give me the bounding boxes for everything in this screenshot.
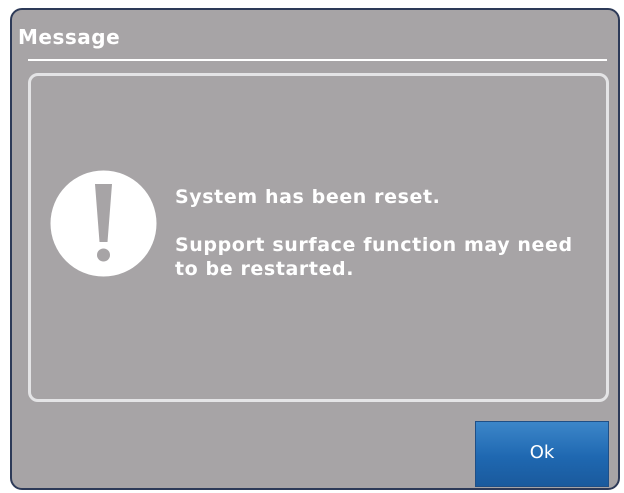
- message-text: System has been reset. Support surface f…: [175, 185, 595, 305]
- dialog-title: Message: [18, 25, 121, 49]
- message-line-restart: Support surface function may need to be …: [175, 234, 573, 280]
- message-line-reset: System has been reset.: [175, 186, 441, 208]
- exclamation-alert-icon: [50, 170, 157, 277]
- title-divider: [28, 59, 607, 61]
- ok-button[interactable]: Ok: [475, 421, 609, 487]
